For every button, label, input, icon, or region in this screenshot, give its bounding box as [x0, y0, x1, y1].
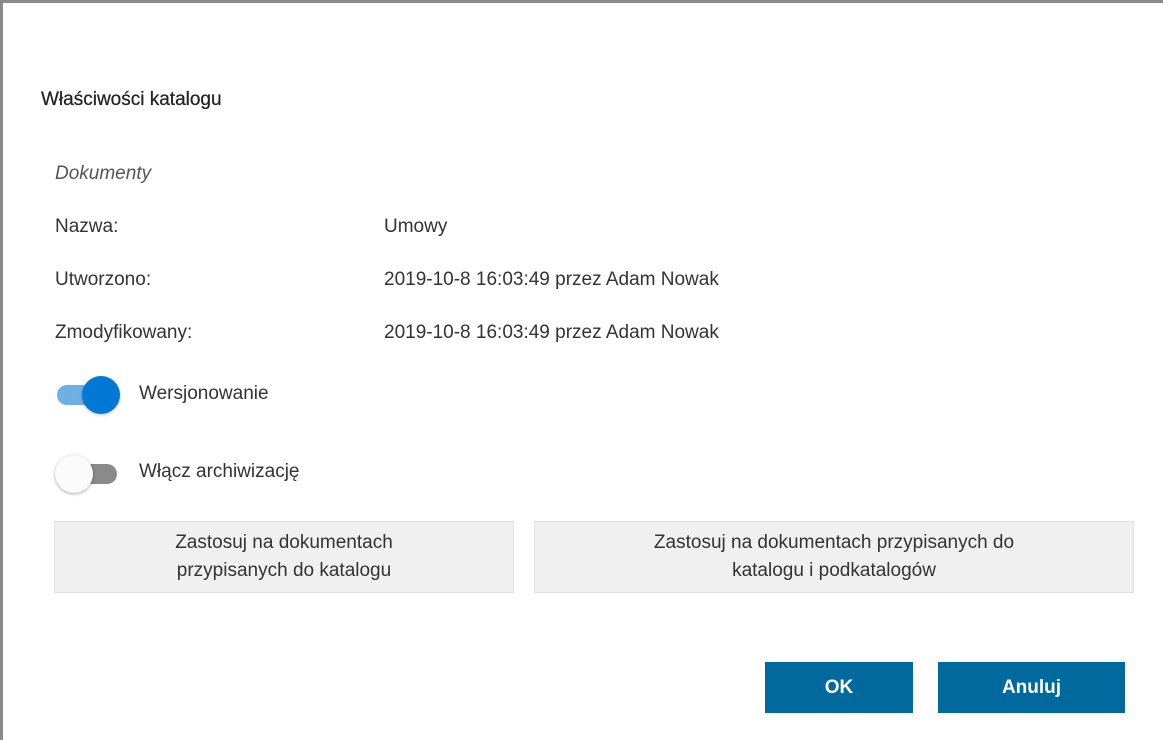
- apply-to-subfolders-line1: Zastosuj na dokumentach przypisanych do: [653, 532, 1015, 553]
- folder-subtitle: Dokumenty: [55, 163, 152, 184]
- archiving-label: Włącz archiwizację: [139, 461, 300, 482]
- archiving-toggle[interactable]: [55, 455, 121, 493]
- name-label: Nazwa:: [55, 216, 119, 237]
- modified-label: Zmodyfikowany:: [55, 322, 193, 343]
- modified-value: 2019-10-8 16:03:49 przez Adam Nowak: [384, 322, 719, 343]
- name-value: Umowy: [384, 216, 448, 237]
- versioning-label: Wersjonowanie: [139, 383, 269, 404]
- created-value: 2019-10-8 16:03:49 przez Adam Nowak: [384, 269, 719, 290]
- versioning-toggle[interactable]: [55, 376, 121, 414]
- apply-to-folder-button[interactable]: Zastosuj na dokumentach przypisanych do …: [54, 521, 514, 593]
- dialog-title: Właściwości katalogu: [41, 89, 222, 110]
- apply-to-folder-and-subfolders-button[interactable]: Zastosuj na dokumentach przypisanych do …: [534, 521, 1134, 593]
- versioning-toggle-knob: [82, 376, 120, 414]
- archiving-toggle-knob: [55, 455, 93, 493]
- cancel-button[interactable]: Anuluj: [938, 662, 1125, 713]
- apply-to-folder-line2: przypisanych do katalogu: [176, 560, 392, 581]
- apply-to-subfolders-line2: katalogu i podkatalogów: [732, 560, 936, 581]
- created-label: Utworzono:: [55, 269, 152, 290]
- apply-to-folder-line1: Zastosuj na dokumentach: [175, 532, 393, 553]
- dialog: Właściwości katalogu Dokumenty Nazwa: Um…: [0, 0, 1163, 740]
- ok-button[interactable]: OK: [765, 662, 913, 713]
